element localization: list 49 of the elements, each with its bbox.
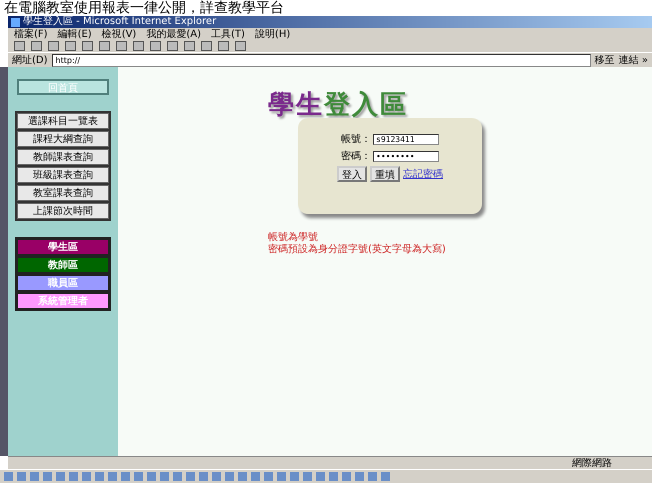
- sidebar-link[interactable]: 上課節次時間: [17, 203, 109, 219]
- notice-text: 帳號為學號: [268, 232, 319, 244]
- status-zone: 網際網路: [572, 457, 612, 470]
- toolbar-icon[interactable]: [150, 41, 161, 51]
- window-title: 學生登入區 - Microsoft Internet Explorer: [23, 16, 216, 28]
- browser-icon: [11, 18, 20, 26]
- account-field[interactable]: s9123411: [373, 134, 439, 144]
- toolbar-icon[interactable]: [167, 41, 178, 51]
- menu-item[interactable]: 檢視(V): [102, 27, 136, 41]
- go-button[interactable]: 移至: [594, 53, 615, 67]
- toolbar-icon[interactable]: [184, 41, 195, 51]
- notice-text: 密碼預設為身分證字號(英文字母為大寫): [268, 244, 447, 256]
- menu-item[interactable]: 說明(H): [254, 27, 290, 41]
- toolbar-icon[interactable]: [235, 41, 246, 51]
- toolbar-icon[interactable]: [201, 41, 212, 51]
- menu-item[interactable]: 編輯(E): [58, 27, 92, 41]
- sidebar-link[interactable]: 班級課表查詢: [17, 167, 109, 183]
- address-label: 網址(D): [12, 54, 48, 67]
- toolbar-icon[interactable]: [65, 41, 76, 51]
- toolbar-icon[interactable]: [48, 41, 59, 51]
- logo-character: 登: [324, 89, 350, 122]
- toolbar-icon[interactable]: [31, 41, 42, 51]
- sidebar-link[interactable]: 教師課表查詢: [17, 149, 109, 165]
- menu-item[interactable]: 工具(T): [211, 27, 245, 41]
- password-field[interactable]: ••••••••: [373, 150, 439, 162]
- menu-item[interactable]: 檔案(F): [14, 27, 48, 41]
- sidebar-link[interactable]: 課程大綱查詢: [17, 131, 109, 147]
- logo-character: 區: [380, 89, 406, 122]
- area-button[interactable]: 學生區: [17, 239, 109, 255]
- links-button[interactable]: 連結 »: [618, 53, 648, 67]
- toolbar-icon[interactable]: [82, 41, 93, 51]
- reset-button[interactable]: 重填: [370, 166, 400, 182]
- logo-character: 生: [296, 89, 322, 122]
- toolbar-icon[interactable]: [133, 41, 144, 51]
- toolbar-icon[interactable]: [99, 41, 110, 51]
- field-label: 密碼：: [341, 150, 371, 163]
- sidebar-link[interactable]: 選課科目一覽表: [17, 113, 109, 129]
- menu-item[interactable]: 我的最愛(A): [146, 27, 201, 41]
- logo-character: 入: [352, 89, 378, 122]
- logo-character: 學: [268, 89, 294, 122]
- login-button[interactable]: 登入: [337, 166, 367, 182]
- toolbar-icon[interactable]: [218, 41, 229, 51]
- address-field[interactable]: http://: [52, 54, 591, 66]
- forgot-password-link[interactable]: 忘記密碼: [403, 167, 443, 181]
- area-button[interactable]: 教師區: [17, 257, 109, 273]
- sidebar-link[interactable]: 教室課表查詢: [17, 185, 109, 201]
- field-label: 帳號：: [341, 132, 371, 146]
- toolbar-icon[interactable]: [116, 41, 127, 51]
- toolbar-icon[interactable]: [14, 41, 25, 51]
